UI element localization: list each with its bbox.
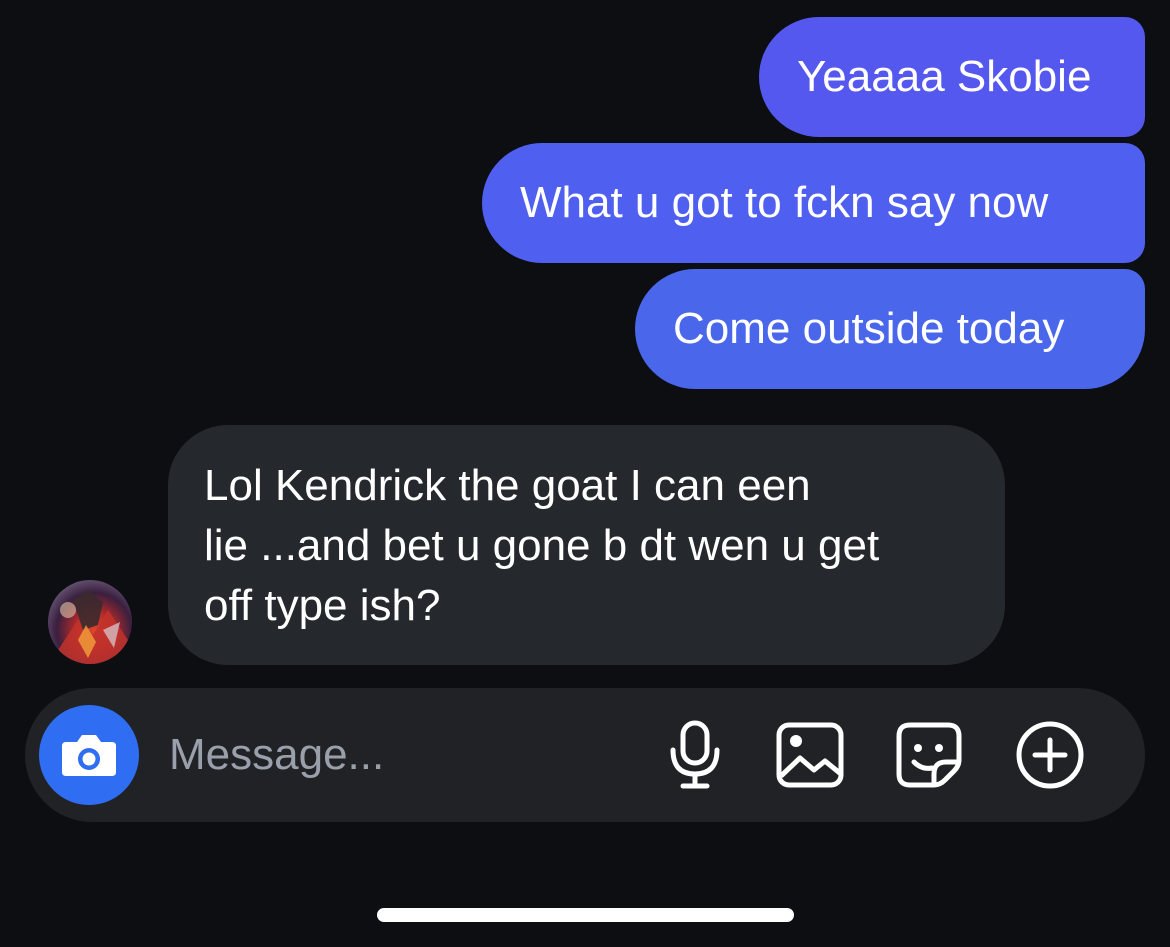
- plus-circle-icon: [1016, 721, 1084, 789]
- dm-thread-screen: Yeaaaa Skobie What u got to fckn say now…: [0, 0, 1170, 947]
- message-text-line: off type ish?: [204, 581, 441, 630]
- message-text: Yeaaaa Skobie: [797, 52, 1092, 101]
- message-input[interactable]: [169, 720, 609, 790]
- message-text-line: lie ...and bet u gone b dt wen u get: [204, 521, 880, 570]
- sticker-button[interactable]: [894, 720, 964, 790]
- sent-message-bubble[interactable]: What u got to fckn say now: [482, 143, 1145, 263]
- home-indicator[interactable]: [377, 908, 794, 922]
- message-text: Come outside today: [673, 304, 1065, 353]
- sticker-icon: [896, 722, 962, 788]
- gallery-icon: [776, 722, 844, 788]
- camera-button[interactable]: [39, 705, 139, 805]
- camera-icon: [62, 735, 116, 776]
- message-text: What u got to fckn say now: [520, 178, 1049, 227]
- received-message-bubble[interactable]: Lol Kendrick the goat I can een lie ...a…: [168, 425, 1005, 665]
- message-text-line: Lol Kendrick the goat I can een: [204, 461, 811, 510]
- message-composer: [25, 688, 1145, 822]
- sender-avatar[interactable]: [48, 580, 132, 664]
- sent-message-bubble[interactable]: Yeaaaa Skobie: [759, 17, 1145, 137]
- sent-message-bubble[interactable]: Come outside today: [635, 269, 1145, 389]
- gallery-button[interactable]: [775, 720, 845, 790]
- microphone-icon: [670, 720, 720, 789]
- avatar-artwork: [48, 590, 128, 664]
- more-options-button[interactable]: [1015, 720, 1085, 790]
- voice-message-button[interactable]: [660, 720, 730, 790]
